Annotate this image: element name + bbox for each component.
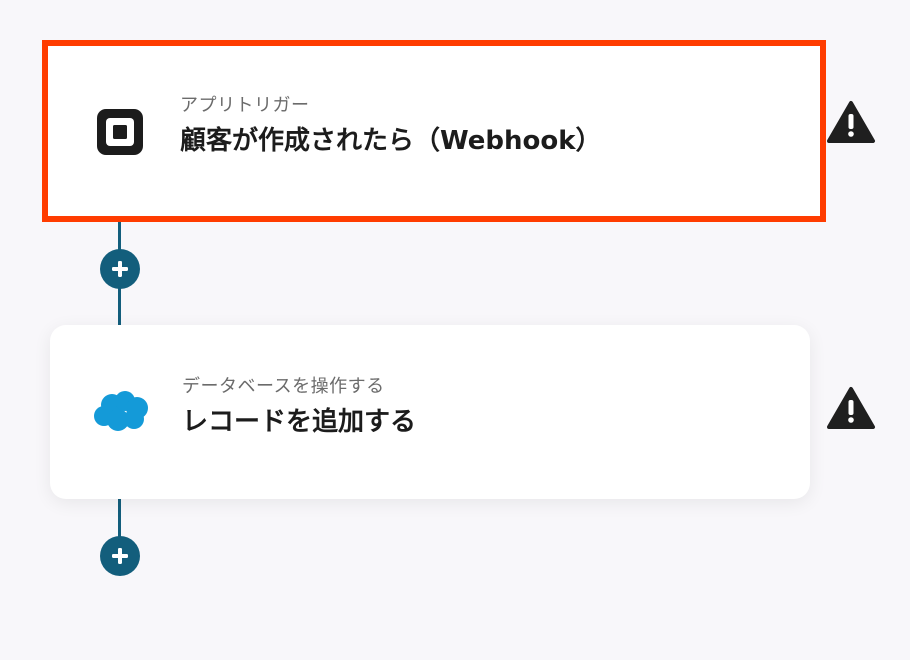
flow-connector-line: [118, 498, 121, 540]
warning-icon[interactable]: [826, 100, 876, 144]
add-step-button[interactable]: [100, 249, 140, 289]
flow-canvas: アプリトリガー 顧客が作成されたら（Webhook） データベースを操作する レ…: [0, 0, 910, 660]
action-step-card[interactable]: データベースを操作する レコードを追加する: [50, 325, 810, 499]
trigger-step-card[interactable]: アプリトリガー 顧客が作成されたら（Webhook）: [42, 40, 826, 222]
square-logo-icon: [90, 102, 150, 162]
step-type-label: アプリトリガー: [180, 95, 310, 116]
plus-icon: [112, 548, 128, 564]
plus-icon: [112, 261, 128, 277]
trigger-step-text: アプリトリガー 顧客が作成されたら（Webhook）: [180, 94, 602, 158]
step-type-label: データベースを操作する: [182, 376, 385, 397]
action-step-text: データベースを操作する レコードを追加する: [182, 375, 416, 439]
step-title: 顧客が作成されたら（Webhook）: [180, 126, 602, 156]
salesforce-cloud-icon: [92, 381, 152, 441]
add-step-button[interactable]: [100, 536, 140, 576]
step-title: レコードを追加する: [182, 407, 417, 437]
warning-icon[interactable]: [826, 386, 876, 430]
